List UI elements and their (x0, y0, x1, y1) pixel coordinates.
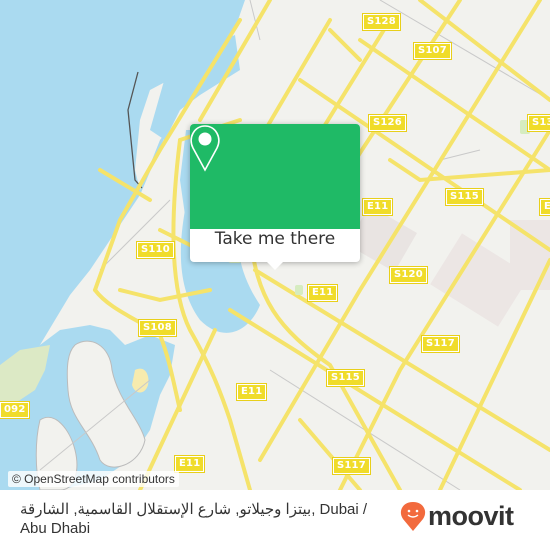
take-me-there-button[interactable]: Take me there (190, 229, 360, 262)
road-shield: E11 (173, 455, 206, 473)
road-shield: E11 (361, 198, 394, 216)
road-shield: S120 (389, 266, 428, 284)
road-shield: S107 (413, 42, 452, 60)
road-shield: S108 (138, 319, 177, 337)
road-shield: 092 (0, 401, 31, 419)
footer: بيتزا وجيلاتو, شارع الإستقلال القاسمية, … (0, 490, 550, 550)
popup-header (190, 124, 360, 229)
road-shield: S128 (362, 13, 401, 31)
commercial-block-3 (510, 220, 550, 290)
road-shield: E11 (235, 383, 268, 401)
moovit-wordmark: moovit (428, 500, 514, 531)
location-popup: Take me there (190, 124, 360, 270)
place-name: بيتزا وجيلاتو, شارع الإستقلال القاسمية, … (20, 501, 368, 537)
road-shield: E11 (306, 284, 339, 302)
map-pin-icon (190, 125, 220, 172)
road-shield: S126 (368, 114, 407, 132)
road-shield: S13 (527, 114, 550, 132)
moovit-pin-icon (400, 502, 426, 531)
map-canvas[interactable]: S128 S107 S126 S13 E11 S115 E1 S110 S120… (0, 0, 550, 490)
road-shield: S117 (421, 335, 460, 353)
map-attribution[interactable]: © OpenStreetMap contributors (8, 471, 179, 487)
road-shield: S117 (332, 457, 371, 475)
popup-pointer (267, 262, 283, 270)
moovit-logo[interactable]: moovit (400, 499, 514, 533)
road-shield: S115 (326, 369, 365, 387)
road-shield: E1 (538, 198, 550, 216)
road-shield: S115 (445, 188, 484, 206)
road-shield: S110 (136, 241, 175, 259)
